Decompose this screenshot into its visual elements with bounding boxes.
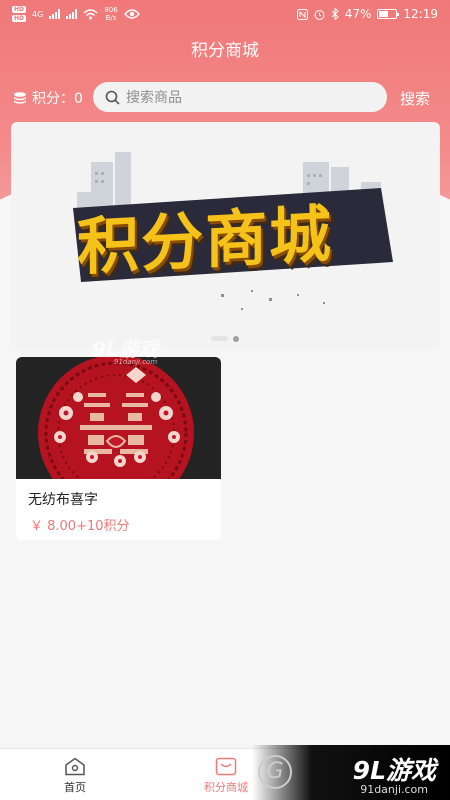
signal-icon [49,9,61,19]
brand-watermark-badge: G 9L游戏 91danji.com [252,745,450,800]
brand-url: 91danji.com [360,783,428,796]
tab-home-label: 首页 [64,781,86,794]
alarm-icon [314,9,325,20]
coin-stack-icon [14,92,26,104]
wifi-icon [83,8,98,19]
carousel-indicator [211,335,239,342]
search-row: 积分：0 搜索商品 搜索 [0,80,450,114]
signal-icon-2 [66,9,78,19]
brand-logo-text: 9L游戏 [352,756,436,785]
mall-icon [215,757,237,776]
page-title: 积分商城 [191,41,259,61]
points-label: 积分：0 [32,91,83,107]
search-icon [105,90,120,105]
bluetooth-icon [331,8,339,20]
product-price: ￥ 8.00+10积分 [30,519,130,534]
sim-indicator: HD HD [12,6,27,22]
battery-percent: 47% [344,7,372,21]
banner-title: 积分商城 [77,197,334,284]
points-display: 积分：0 [13,88,83,108]
double-happiness-image [16,357,221,511]
home-icon [65,757,85,776]
tab-points-mall-label: 积分商城 [204,781,248,794]
carousel-dot[interactable] [211,336,228,341]
brand-ring-logo: G [258,755,292,789]
product-name: 无纺布喜字 [28,492,98,508]
battery-icon [377,9,400,19]
status-bar: HD HD 4G 806 B/s 47% 12:19 [0,0,450,28]
banner-carousel[interactable]: 积分商城 [11,122,440,348]
network-type: 4G [32,9,44,19]
nfc-icon [296,8,308,20]
network-speed: 806 B/s [104,6,118,22]
watermark-logo: 9L游戏 91danji.com [92,337,159,366]
clock: 12:19 [403,7,438,21]
product-card[interactable]: 无纺布喜字 ￥ 8.00+10积分 [16,357,221,540]
search-input[interactable]: 搜索商品 [93,82,387,112]
eye-icon [123,9,140,19]
search-placeholder: 搜索商品 [126,90,182,106]
carousel-dot-active[interactable] [233,335,239,342]
tab-home[interactable]: 首页 [35,757,115,795]
search-button[interactable]: 搜索 [400,88,430,109]
